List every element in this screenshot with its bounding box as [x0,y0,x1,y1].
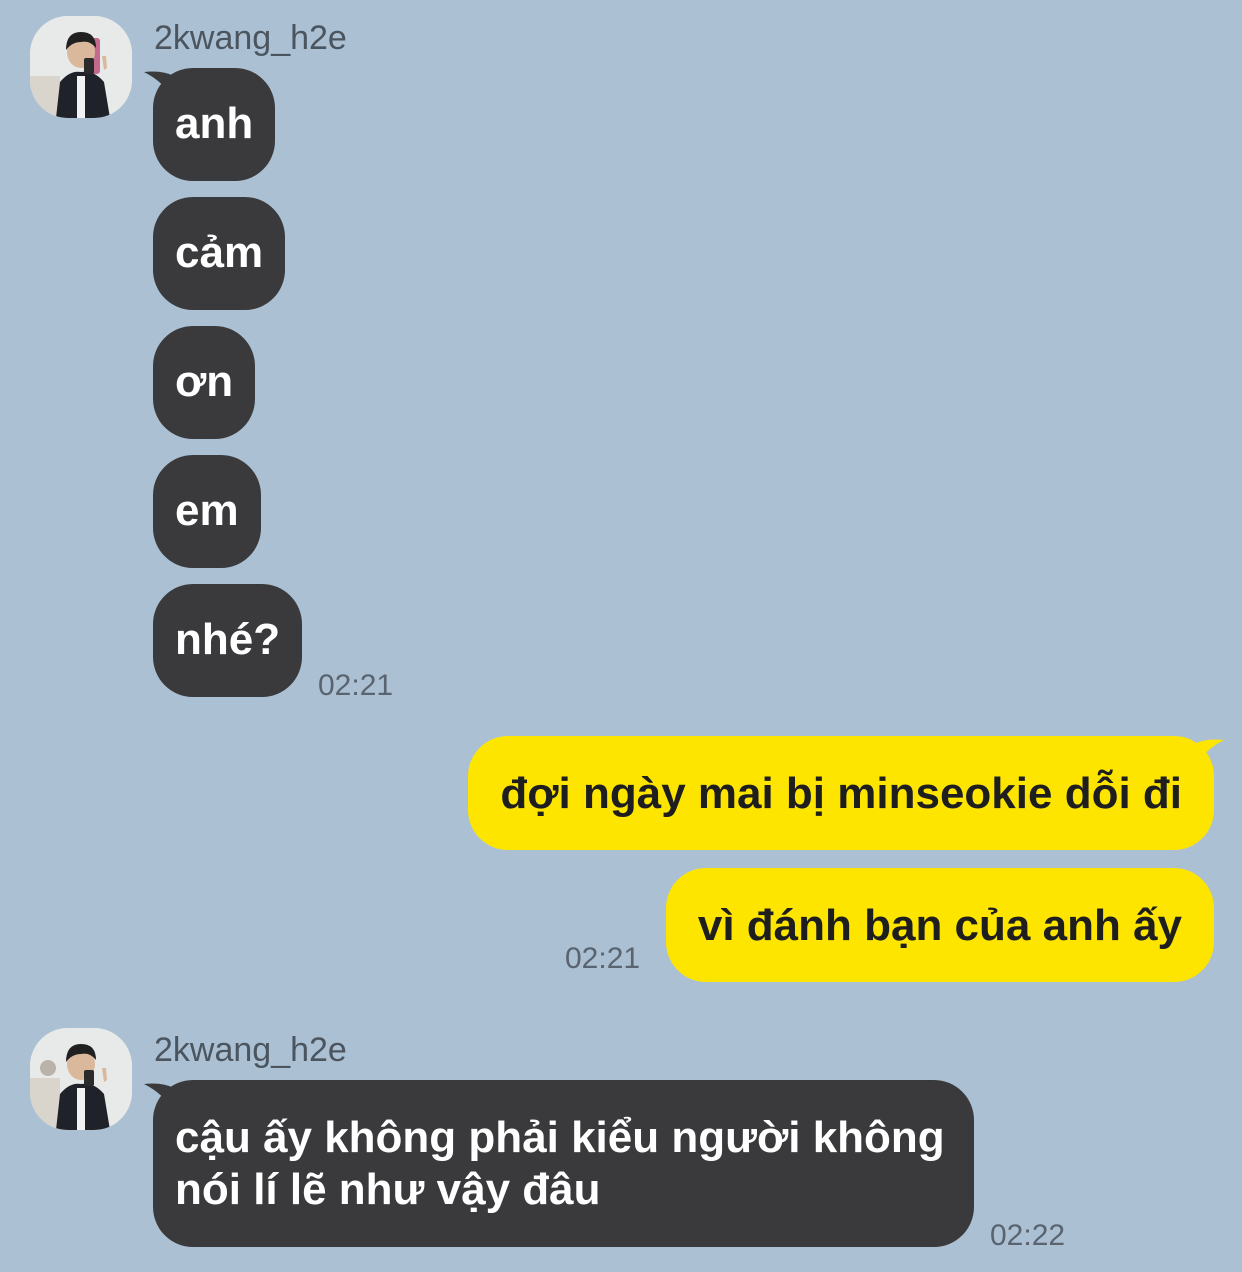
message-text-line: cậu ấy không phải kiểu người không [175,1113,945,1162]
message-timestamp: 02:22 [990,1219,1066,1252]
incoming-message-bubble[interactable]: cảm [153,197,286,310]
sender-name: 2kwang_h2e [154,1031,347,1069]
sender-avatar[interactable] [30,16,132,118]
incoming-message-bubble[interactable]: anh [153,68,276,181]
incoming-message-bubble[interactable]: em [153,455,261,568]
incoming-message-bubble[interactable]: cậu ấy không phải kiểu người không nói l… [153,1080,974,1247]
sender-name: 2kwang_h2e [154,19,347,57]
profile-photo-icon [30,1028,132,1130]
message-timestamp: 02:21 [318,669,394,702]
message-timestamp: 02:21 [565,942,641,975]
message-text-line: nói lí lẽ như vậy đâu [175,1165,601,1214]
sender-avatar[interactable] [30,1028,132,1130]
incoming-message-bubble[interactable]: ơn [153,326,256,439]
profile-photo-icon [30,16,132,118]
outgoing-message-bubble[interactable]: vì đánh bạn của anh ấy [665,868,1214,982]
outgoing-message-bubble[interactable]: đợi ngày mai bị minseokie dỗi đi [468,736,1214,850]
incoming-message-bubble[interactable]: nhé? [153,584,303,697]
